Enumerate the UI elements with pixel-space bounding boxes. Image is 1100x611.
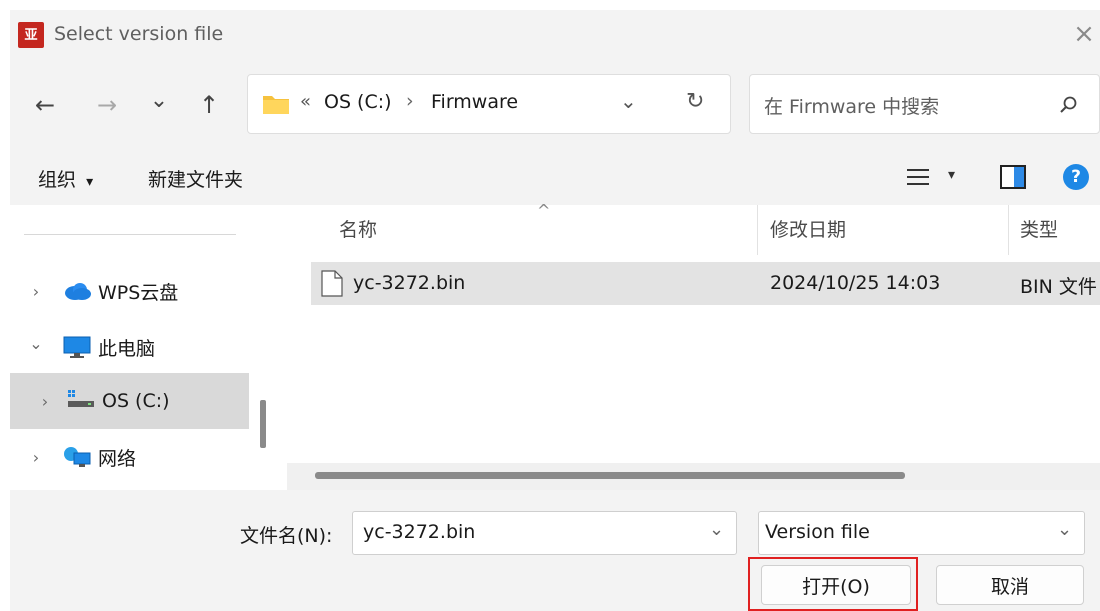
refresh-icon[interactable]: ↻: [686, 89, 704, 114]
column-header-name[interactable]: 名称: [339, 205, 377, 255]
chevron-down-icon[interactable]: ⌄: [10, 334, 62, 353]
sidebar-item-label: WPS云盘: [98, 281, 179, 304]
filename-input[interactable]: yc-3272.bin ⌄: [352, 511, 737, 555]
filetype-value: Version file: [765, 521, 870, 543]
command-bar: 组织 ▾ 新建文件夹 ▾ ?: [10, 150, 1100, 205]
navigation-pane-scrollbar[interactable]: [260, 400, 266, 448]
search-input[interactable]: 在 Firmware 中搜索: [764, 92, 939, 119]
sidebar-item-wps-cloud[interactable]: › WPS云盘: [10, 265, 250, 317]
breadcrumb-segment-firmware[interactable]: Firmware: [431, 91, 518, 113]
file-list-pane: ^ 名称 修改日期 类型 yc-3272.bin 2024/10/25 14:0…: [287, 201, 1100, 490]
arrow-left-icon: ←: [34, 91, 56, 119]
navigation-pane: › WPS云盘 ⌄ 此电脑 › OS (C:) › 网络: [10, 205, 287, 490]
chevron-down-icon[interactable]: ⌄: [709, 519, 724, 540]
search-icon[interactable]: [1059, 95, 1079, 115]
organize-menu[interactable]: 组织 ▾: [38, 165, 93, 192]
filetype-select[interactable]: Version file ⌄: [758, 511, 1085, 555]
address-bar[interactable]: « OS (C:) › Firmware ⌄ ↻: [247, 74, 731, 134]
search-box[interactable]: 在 Firmware 中搜索: [749, 74, 1100, 134]
arrow-up-icon: ↑: [198, 91, 220, 119]
file-type: BIN 文件: [1020, 276, 1097, 298]
computer-icon: [63, 336, 91, 358]
back-button[interactable]: ←: [28, 88, 62, 122]
window-title: Select version file: [54, 23, 224, 45]
app-logo-icon: 亚: [18, 22, 44, 48]
chevron-down-icon: ⌄: [149, 87, 169, 113]
sidebar-item-this-pc[interactable]: ⌄ 此电脑: [10, 321, 250, 373]
filename-label: 文件名(N):: [240, 525, 333, 547]
file-icon: [321, 270, 343, 297]
chevron-right-icon[interactable]: ›: [10, 282, 62, 301]
horizontal-scroll-track: [287, 463, 1100, 490]
chevron-down-icon[interactable]: ⌄: [1057, 519, 1072, 540]
recent-locations-button[interactable]: ⌄: [142, 88, 176, 122]
divider: [24, 234, 236, 235]
breadcrumb-segment-os-c[interactable]: OS (C:): [324, 91, 392, 113]
organize-label: 组织: [38, 169, 77, 191]
chevron-right-icon[interactable]: ›: [10, 448, 62, 467]
column-divider[interactable]: [757, 205, 758, 255]
new-folder-button[interactable]: 新建文件夹: [148, 165, 243, 192]
file-name: yc-3272.bin: [353, 272, 466, 294]
dialog-footer: 文件名(N): yc-3272.bin ⌄ Version file ⌄ 打开(…: [10, 490, 1100, 611]
sidebar-item-os-c[interactable]: › OS (C:): [10, 375, 250, 427]
sort-ascending-icon: ^: [537, 201, 551, 220]
column-divider[interactable]: [1008, 205, 1009, 255]
network-icon: [64, 447, 91, 467]
breadcrumb-overflow[interactable]: «: [300, 91, 311, 112]
drive-icon: [68, 390, 94, 407]
table-row[interactable]: yc-3272.bin 2024/10/25 14:03 BIN 文件: [311, 262, 1100, 305]
open-button[interactable]: 打开(O): [761, 565, 911, 605]
title-bar: 亚 Select version file ×: [10, 10, 1100, 60]
arrow-right-icon: →: [96, 91, 118, 119]
horizontal-scrollbar-thumb[interactable]: [315, 472, 905, 479]
cancel-button[interactable]: 取消: [936, 565, 1084, 605]
navigation-bar: ← → ⌄ ↑ « OS (C:) › Firmware ⌄ ↻ 在 Firmw…: [10, 60, 1100, 150]
caret-down-icon: ▾: [86, 174, 94, 190]
file-modified: 2024/10/25 14:03: [770, 272, 941, 294]
sidebar-item-network[interactable]: › 网络: [10, 431, 250, 483]
help-icon[interactable]: ?: [1063, 164, 1089, 190]
preview-pane-icon[interactable]: [1000, 165, 1026, 189]
breadcrumb-separator: ›: [406, 90, 414, 112]
folder-icon: [263, 96, 289, 114]
sidebar-item-label: 此电脑: [98, 337, 156, 360]
view-options-caret-icon[interactable]: ▾: [948, 167, 955, 183]
up-button[interactable]: ↑: [192, 88, 226, 122]
forward-button[interactable]: →: [90, 88, 124, 122]
sidebar-item-label: OS (C:): [102, 390, 170, 412]
close-icon[interactable]: ×: [1068, 16, 1100, 52]
column-header-type[interactable]: 类型: [1020, 205, 1058, 255]
address-history-chevron-icon[interactable]: ⌄: [620, 89, 637, 113]
chevron-right-icon[interactable]: ›: [24, 392, 66, 411]
filename-value: yc-3272.bin: [363, 521, 476, 543]
view-list-icon[interactable]: [907, 168, 929, 186]
column-header-modified[interactable]: 修改日期: [770, 205, 846, 255]
cloud-icon: [65, 283, 91, 300]
sidebar-item-label: 网络: [98, 447, 137, 470]
